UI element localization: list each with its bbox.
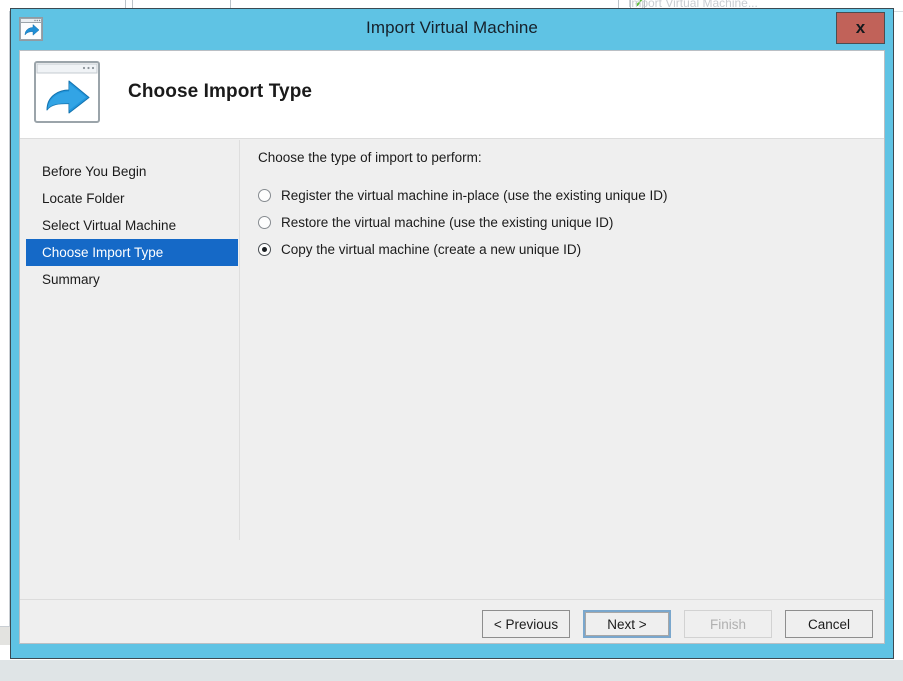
radio-label-register-in-place: Register the virtual machine in-place (u… <box>281 188 667 203</box>
radio-icon-unchecked <box>258 189 271 202</box>
content-divider <box>239 140 240 540</box>
radio-label-copy: Copy the virtual machine (create a new u… <box>281 242 581 257</box>
radio-label-restore: Restore the virtual machine (use the exi… <box>281 215 613 230</box>
finish-button: Finish <box>684 610 772 638</box>
sidebar-item-choose-import-type[interactable]: Choose Import Type <box>26 239 238 266</box>
radio-icon-unchecked <box>258 216 271 229</box>
desktop-background: ✓ Import Virtual Machine... Import Virtu… <box>0 0 903 681</box>
radio-icon-checked <box>258 243 271 256</box>
dialog-footer: < Previous Next > Finish Cancel <box>20 599 884 643</box>
wizard-step-list: Before You Begin Locate Folder Select Vi… <box>20 140 240 598</box>
sidebar-item-select-virtual-machine[interactable]: Select Virtual Machine <box>26 212 238 239</box>
dialog-titlebar[interactable]: Import Virtual Machine x <box>11 9 893 50</box>
import-virtual-machine-dialog: Import Virtual Machine x <box>10 8 894 659</box>
dialog-content: Before You Begin Locate Folder Select Vi… <box>20 140 884 598</box>
radio-register-in-place[interactable]: Register the virtual machine in-place (u… <box>258 184 667 206</box>
sidebar-item-summary[interactable]: Summary <box>26 266 238 293</box>
radio-restore[interactable]: Restore the virtual machine (use the exi… <box>258 211 613 233</box>
dialog-header: Choose Import Type <box>20 51 884 139</box>
page-title: Choose Import Type <box>128 81 312 103</box>
background-left-edge <box>0 11 10 645</box>
radio-copy[interactable]: Copy the virtual machine (create a new u… <box>258 238 581 260</box>
previous-button[interactable]: < Previous <box>482 610 570 638</box>
pane-prompt: Choose the type of import to perform: <box>258 150 482 165</box>
import-type-pane: Choose the type of import to perform: Re… <box>252 140 872 598</box>
next-button[interactable]: Next > <box>583 610 671 638</box>
import-vm-arrow-icon <box>34 61 100 123</box>
cancel-button[interactable]: Cancel <box>785 610 873 638</box>
close-button[interactable]: x <box>836 12 885 44</box>
sidebar-item-locate-folder[interactable]: Locate Folder <box>26 185 238 212</box>
dialog-body: Choose Import Type Before You Begin Loca… <box>19 50 885 644</box>
dialog-title: Import Virtual Machine <box>11 18 893 38</box>
sidebar-item-before-you-begin[interactable]: Before You Begin <box>26 158 238 185</box>
background-bottom-bar <box>0 659 903 681</box>
